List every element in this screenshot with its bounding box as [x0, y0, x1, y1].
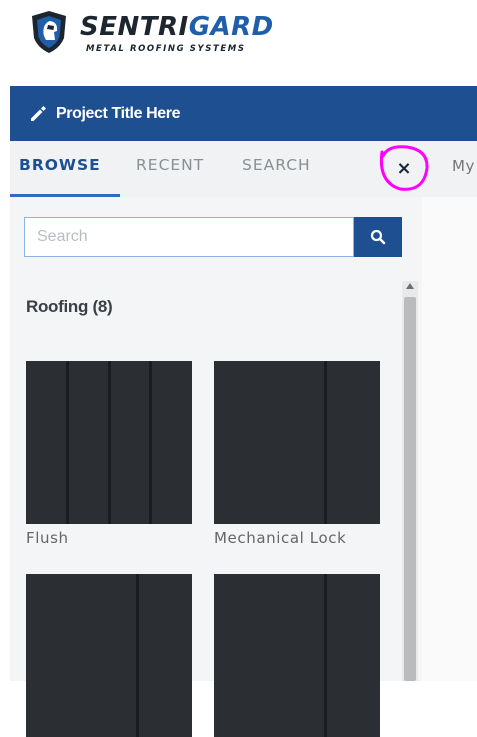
shield-helmet-icon: [32, 11, 66, 53]
pencil-icon[interactable]: [28, 104, 48, 124]
product-label[interactable]: Flush: [26, 529, 69, 547]
brand-name-part2: GARD: [188, 12, 274, 42]
category-heading: Roofing (8): [26, 297, 113, 316]
scrollbar-thumb[interactable]: [404, 297, 416, 681]
panel-seam: [324, 574, 327, 737]
panel-seam: [324, 361, 327, 524]
brand-name-part1: SENTRI: [80, 12, 189, 42]
tab-search[interactable]: SEARCH: [242, 156, 311, 174]
panel-seam: [108, 361, 111, 524]
panel-seam: [136, 574, 139, 737]
search-button[interactable]: [354, 217, 402, 257]
project-title-bar[interactable]: Project Title Here: [10, 86, 477, 141]
brand-tagline: METAL ROOFING SYSTEMS: [86, 44, 246, 54]
product-image[interactable]: [214, 574, 380, 737]
search-input[interactable]: [25, 218, 353, 256]
close-panel-button[interactable]: ×: [378, 145, 430, 191]
project-title[interactable]: Project Title Here: [56, 105, 181, 123]
panel-seam: [66, 361, 69, 524]
search-field[interactable]: [24, 217, 354, 257]
product-image[interactable]: [214, 361, 380, 524]
brand-logo: SENTRIGARD METAL ROOFING SYSTEMS: [30, 10, 290, 58]
search-icon[interactable]: [370, 229, 386, 245]
browse-panel: Roofing (8) Flush Mechanical Lock: [10, 197, 422, 737]
content-area: [422, 197, 477, 681]
scroll-up-arrow-icon[interactable]: [406, 283, 414, 289]
product-label[interactable]: Mechanical Lock: [214, 529, 346, 547]
product-image[interactable]: [26, 574, 192, 737]
brand-name: SENTRIGARD: [80, 12, 274, 42]
close-icon[interactable]: ×: [396, 158, 411, 179]
tab-browse[interactable]: BROWSE: [19, 156, 101, 174]
tab-bar: BROWSE RECENT SEARCH × My: [10, 141, 477, 197]
tab-recent[interactable]: RECENT: [136, 156, 204, 174]
tab-my-partial[interactable]: My: [452, 157, 475, 175]
panel-seam: [149, 361, 152, 524]
